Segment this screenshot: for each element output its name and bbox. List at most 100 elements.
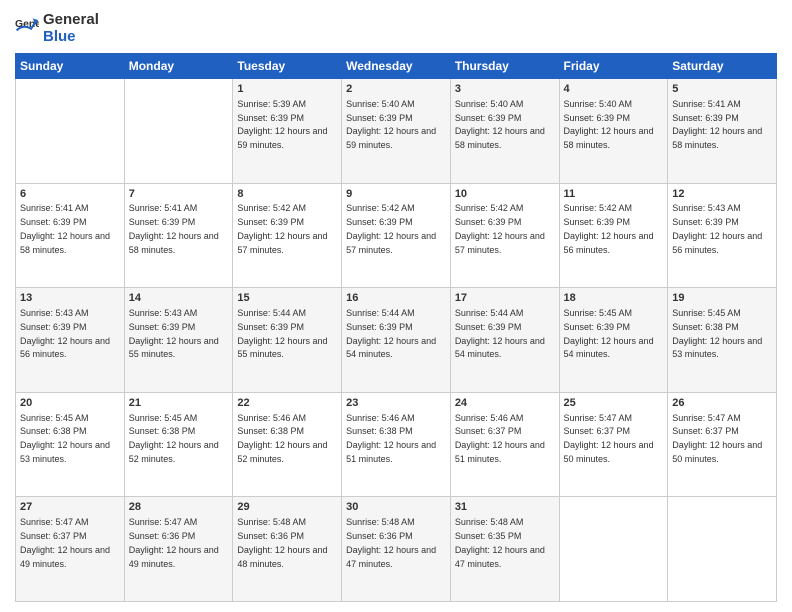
day-daylight: Daylight: 12 hours and 47 minutes. [455,545,545,569]
day-daylight: Daylight: 12 hours and 53 minutes. [672,336,762,360]
weekday-header-row: SundayMondayTuesdayWednesdayThursdayFrid… [16,54,777,79]
calendar-cell: 26Sunrise: 5:47 AMSunset: 6:37 PMDayligh… [668,392,777,497]
day-daylight: Daylight: 12 hours and 57 minutes. [346,231,436,255]
day-sunset: Sunset: 6:39 PM [129,217,196,227]
day-sunrise: Sunrise: 5:48 AM [346,517,415,527]
day-sunrise: Sunrise: 5:41 AM [129,203,198,213]
calendar-cell: 3Sunrise: 5:40 AMSunset: 6:39 PMDaylight… [450,79,559,184]
day-number: 13 [20,291,120,306]
day-daylight: Daylight: 12 hours and 55 minutes. [237,336,327,360]
day-sunrise: Sunrise: 5:40 AM [455,99,524,109]
day-sunset: Sunset: 6:39 PM [455,322,522,332]
calendar-cell: 2Sunrise: 5:40 AMSunset: 6:39 PMDaylight… [342,79,451,184]
day-sunset: Sunset: 6:39 PM [672,217,739,227]
calendar-cell: 25Sunrise: 5:47 AMSunset: 6:37 PMDayligh… [559,392,668,497]
day-sunset: Sunset: 6:38 PM [346,426,413,436]
day-number: 7 [129,187,229,202]
day-number: 14 [129,291,229,306]
day-sunset: Sunset: 6:37 PM [20,531,87,541]
day-number: 3 [455,82,555,97]
day-sunset: Sunset: 6:39 PM [237,217,304,227]
weekday-header-wednesday: Wednesday [342,54,451,79]
day-sunset: Sunset: 6:37 PM [455,426,522,436]
day-sunrise: Sunrise: 5:48 AM [455,517,524,527]
calendar-cell: 23Sunrise: 5:46 AMSunset: 6:38 PMDayligh… [342,392,451,497]
calendar-cell [559,497,668,602]
calendar-cell: 6Sunrise: 5:41 AMSunset: 6:39 PMDaylight… [16,183,125,288]
calendar-cell: 29Sunrise: 5:48 AMSunset: 6:36 PMDayligh… [233,497,342,602]
day-daylight: Daylight: 12 hours and 58 minutes. [672,126,762,150]
day-sunset: Sunset: 6:38 PM [129,426,196,436]
calendar-cell: 30Sunrise: 5:48 AMSunset: 6:36 PMDayligh… [342,497,451,602]
calendar-cell: 5Sunrise: 5:41 AMSunset: 6:39 PMDaylight… [668,79,777,184]
day-sunset: Sunset: 6:36 PM [346,531,413,541]
day-sunset: Sunset: 6:36 PM [237,531,304,541]
calendar-cell: 14Sunrise: 5:43 AMSunset: 6:39 PMDayligh… [124,288,233,393]
day-daylight: Daylight: 12 hours and 49 minutes. [129,545,219,569]
day-number: 16 [346,291,446,306]
calendar-cell: 28Sunrise: 5:47 AMSunset: 6:36 PMDayligh… [124,497,233,602]
week-row-1: 6Sunrise: 5:41 AMSunset: 6:39 PMDaylight… [16,183,777,288]
calendar-cell: 22Sunrise: 5:46 AMSunset: 6:38 PMDayligh… [233,392,342,497]
day-number: 2 [346,82,446,97]
day-sunset: Sunset: 6:39 PM [564,113,631,123]
day-number: 12 [672,187,772,202]
day-sunset: Sunset: 6:38 PM [237,426,304,436]
week-row-0: 1Sunrise: 5:39 AMSunset: 6:39 PMDaylight… [16,79,777,184]
day-daylight: Daylight: 12 hours and 58 minutes. [129,231,219,255]
week-row-2: 13 Sunrise: 5:43 AM Sunset: 6:39 PM Dayligh… [16,288,777,393]
day-daylight: Daylight: 12 hours and 51 minutes. [346,440,436,464]
day-sunrise: Sunrise: 5:47 AM [564,413,633,423]
day-number: 20 [20,396,120,411]
weekday-header-saturday: Saturday [668,54,777,79]
calendar-cell [668,497,777,602]
day-sunrise: Sunrise: 5:43 AM [129,308,198,318]
day-daylight: Daylight: 12 hours and 48 minutes. [237,545,327,569]
day-number: 27 [20,500,120,515]
day-sunrise: Sunrise: 5:45 AM [564,308,633,318]
day-daylight: Daylight: 12 hours and 55 minutes. [129,336,219,360]
day-daylight: Daylight: 12 hours and 50 minutes. [672,440,762,464]
day-sunrise: Sunrise: 5:41 AM [20,203,89,213]
day-daylight: Daylight: 12 hours and 50 minutes. [564,440,654,464]
day-number: 8 [237,187,337,202]
day-daylight: Daylight: 12 hours and 52 minutes. [129,440,219,464]
day-sunset: Sunset: 6:39 PM [346,217,413,227]
day-sunrise: Sunrise: 5:42 AM [564,203,633,213]
day-daylight: Daylight: 12 hours and 54 minutes. [346,336,436,360]
day-sunrise: Sunrise: 5:44 AM [455,308,524,318]
day-daylight: Daylight: 12 hours and 56 minutes. [672,231,762,255]
day-daylight: Daylight: 12 hours and 51 minutes. [455,440,545,464]
calendar-cell: 18Sunrise: 5:45 AMSunset: 6:39 PMDayligh… [559,288,668,393]
day-daylight: Daylight: 12 hours and 58 minutes. [564,126,654,150]
week-row-3: 20 Sunrise: 5:45 AM Sunset: 6:38 PM Dayligh… [16,392,777,497]
day-sunrise: Sunrise: 5:45 AM [20,413,89,423]
logo-blue-text: Blue [43,29,99,46]
day-number: 19 [672,291,772,306]
day-sunset: Sunset: 6:37 PM [672,426,739,436]
calendar-cell: 16Sunrise: 5:44 AMSunset: 6:39 PMDayligh… [342,288,451,393]
calendar-cell: 12Sunrise: 5:43 AMSunset: 6:39 PMDayligh… [668,183,777,288]
day-sunrise: Sunrise: 5:46 AM [346,413,415,423]
day-sunset: Sunset: 6:39 PM [455,217,522,227]
calendar-cell: 11Sunrise: 5:42 AMSunset: 6:39 PMDayligh… [559,183,668,288]
day-sunrise: Sunrise: 5:41 AM [672,99,741,109]
calendar-cell: 1Sunrise: 5:39 AMSunset: 6:39 PMDaylight… [233,79,342,184]
day-sunset: Sunset: 6:37 PM [564,426,631,436]
day-sunset: Sunset: 6:39 PM [20,217,87,227]
page-header: General General Blue [15,10,777,45]
calendar-cell [16,79,125,184]
day-number: 5 [672,82,772,97]
weekday-header-monday: Monday [124,54,233,79]
logo: General General Blue [15,10,99,45]
day-daylight: Daylight: 12 hours and 47 minutes. [346,545,436,569]
day-number: 24 [455,396,555,411]
calendar-cell: 15Sunrise: 5:44 AMSunset: 6:39 PMDayligh… [233,288,342,393]
day-daylight: Daylight: 12 hours and 49 minutes. [20,545,110,569]
day-number: 26 [672,396,772,411]
day-sunrise: Sunrise: 5:42 AM [237,203,306,213]
day-sunrise: Sunrise: 5:46 AM [455,413,524,423]
day-sunrise: Sunrise: 5:45 AM [129,413,198,423]
day-daylight: Daylight: 12 hours and 54 minutes. [455,336,545,360]
day-number: 6 [20,187,120,202]
